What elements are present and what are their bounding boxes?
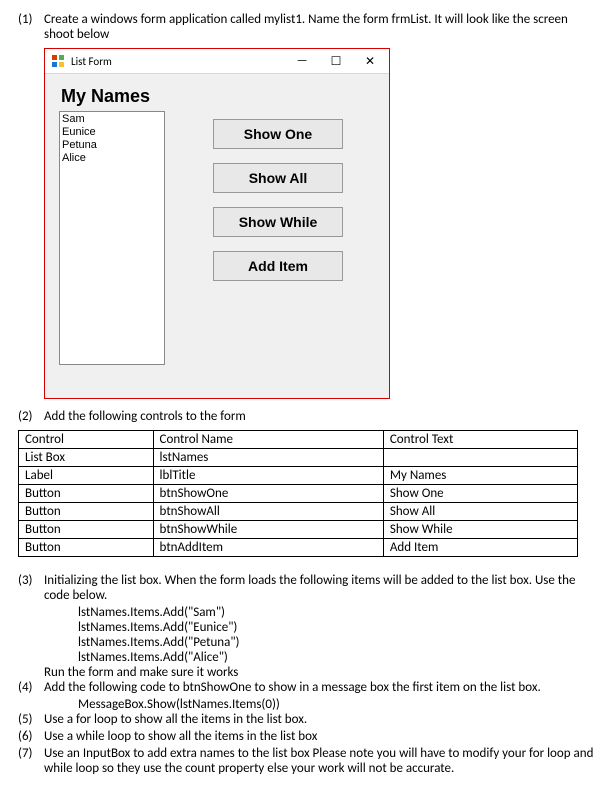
num-7: (7) [18, 746, 44, 776]
text-2: Add the following controls to the form [44, 409, 596, 424]
num-3: (3) [18, 573, 44, 603]
instruction-4: (4) Add the following code to btnShowOne… [18, 680, 596, 695]
code-line: lstNames.Items.Add("Petuna") [78, 635, 596, 650]
form-heading: My Names [61, 86, 375, 107]
table-row: Button btnAddItem Add Item [19, 539, 578, 557]
controls-table: Control Control Name Control Text List B… [18, 430, 578, 557]
instruction-6: (6) Use a while loop to show all the ite… [18, 729, 596, 744]
table-row: Button btnShowAll Show All [19, 503, 578, 521]
titlebar: List Form — ☐ ✕ [45, 49, 389, 74]
app-icon [51, 54, 65, 68]
instruction-5: (5) Use a for loop to show all the items… [18, 712, 596, 727]
instruction-7: (7) Use an InputBox to add extra names t… [18, 746, 596, 776]
instruction-2: (2) Add the following controls to the fo… [18, 409, 596, 424]
table-row: Button btnShowWhile Show While [19, 521, 578, 539]
code-line: MessageBox.Show(lstNames.Items(0)) [78, 697, 596, 712]
show-one-button[interactable]: Show One [213, 119, 343, 149]
instruction-1: (1) Create a windows form application ca… [18, 12, 596, 42]
code-line: lstNames.Items.Add("Alice") [78, 650, 596, 665]
th-control: Control [19, 431, 154, 449]
table-row: Label lblTitle My Names [19, 467, 578, 485]
add-item-button[interactable]: Add Item [213, 251, 343, 281]
num-2: (2) [18, 409, 44, 424]
show-all-button[interactable]: Show All [213, 163, 343, 193]
instruction-3: (3) Initializing the list box. When the … [18, 573, 596, 603]
th-control-name: Control Name [153, 431, 383, 449]
list-item[interactable]: Petuna [62, 139, 162, 152]
minimize-button[interactable]: — [285, 50, 319, 72]
list-item[interactable]: Sam [62, 113, 162, 126]
window-title: List Form [71, 55, 285, 68]
list-item[interactable]: Alice [62, 152, 162, 165]
table-header-row: Control Control Name Control Text [19, 431, 578, 449]
table-row: List Box lstNames [19, 449, 578, 467]
text-1: Create a windows form application called… [44, 12, 596, 42]
form-body: My Names Sam Eunice Petuna Alice Show On… [45, 74, 389, 398]
listbox-names[interactable]: Sam Eunice Petuna Alice [59, 111, 165, 365]
text-4: Add the following code to btnShowOne to … [44, 680, 596, 695]
close-button[interactable]: ✕ [353, 50, 387, 72]
show-while-button[interactable]: Show While [213, 207, 343, 237]
form-window: List Form — ☐ ✕ My Names Sam Eunice Petu… [44, 48, 390, 399]
maximize-button[interactable]: ☐ [319, 50, 353, 72]
th-control-text: Control Text [383, 431, 577, 449]
text-7: Use an InputBox to add extra names to th… [44, 746, 596, 776]
text-3: Initializing the list box. When the form… [44, 573, 596, 603]
num-4: (4) [18, 680, 44, 695]
num-6: (6) [18, 729, 44, 744]
text-5: Use a for loop to show all the items in … [44, 712, 596, 727]
table-row: Button btnShowOne Show One [19, 485, 578, 503]
num-1: (1) [18, 12, 44, 42]
num-5: (5) [18, 712, 44, 727]
text-6: Use a while loop to show all the items i… [44, 729, 596, 744]
code-line: lstNames.Items.Add("Eunice") [78, 620, 596, 635]
list-item[interactable]: Eunice [62, 126, 162, 139]
code-line: lstNames.Items.Add("Sam") [78, 605, 596, 620]
text-3b: Run the form and make sure it works [44, 665, 596, 680]
